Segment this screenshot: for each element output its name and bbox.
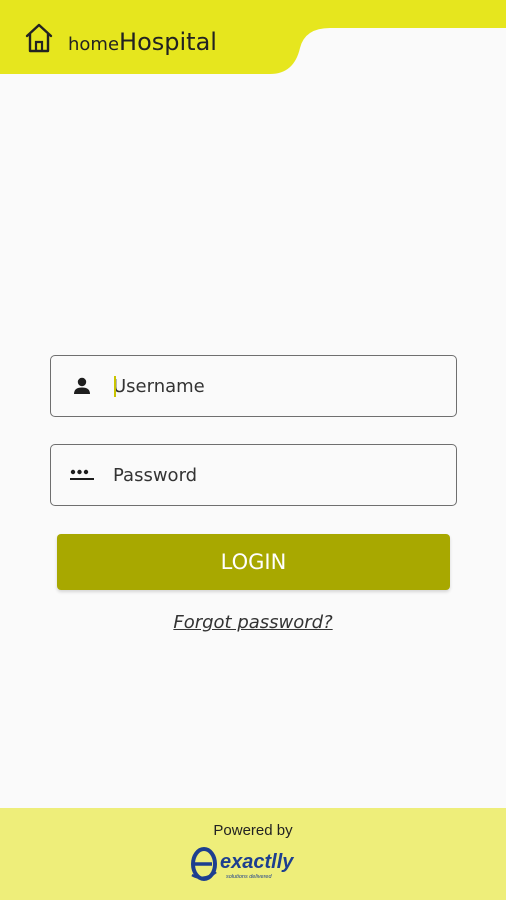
brand-logo: exactlly solutions delivered — [191, 847, 294, 881]
footer: Powered by exactlly solutions delivered — [0, 808, 506, 900]
text-cursor — [114, 376, 116, 397]
password-placeholder: Password — [113, 464, 198, 486]
username-placeholder: Username — [113, 375, 205, 397]
app-name-main: Hospital — [119, 28, 217, 56]
username-field[interactable]: Username — [50, 355, 457, 417]
powered-by-text: Powered by — [213, 822, 293, 839]
password-field[interactable]: Password — [50, 444, 457, 506]
home-icon — [25, 23, 53, 53]
password-dots-icon — [51, 467, 113, 483]
app-logo: home Hospital — [24, 20, 217, 54]
login-button[interactable]: LOGIN — [57, 534, 450, 590]
brand-name: exactlly — [220, 851, 294, 873]
app-name: home Hospital — [68, 30, 217, 54]
brand-tagline: solutions delivered — [226, 874, 272, 880]
app-name-prefix: home — [68, 34, 120, 55]
forgot-password-link[interactable]: Forgot password? — [0, 612, 506, 633]
person-icon — [51, 376, 113, 396]
